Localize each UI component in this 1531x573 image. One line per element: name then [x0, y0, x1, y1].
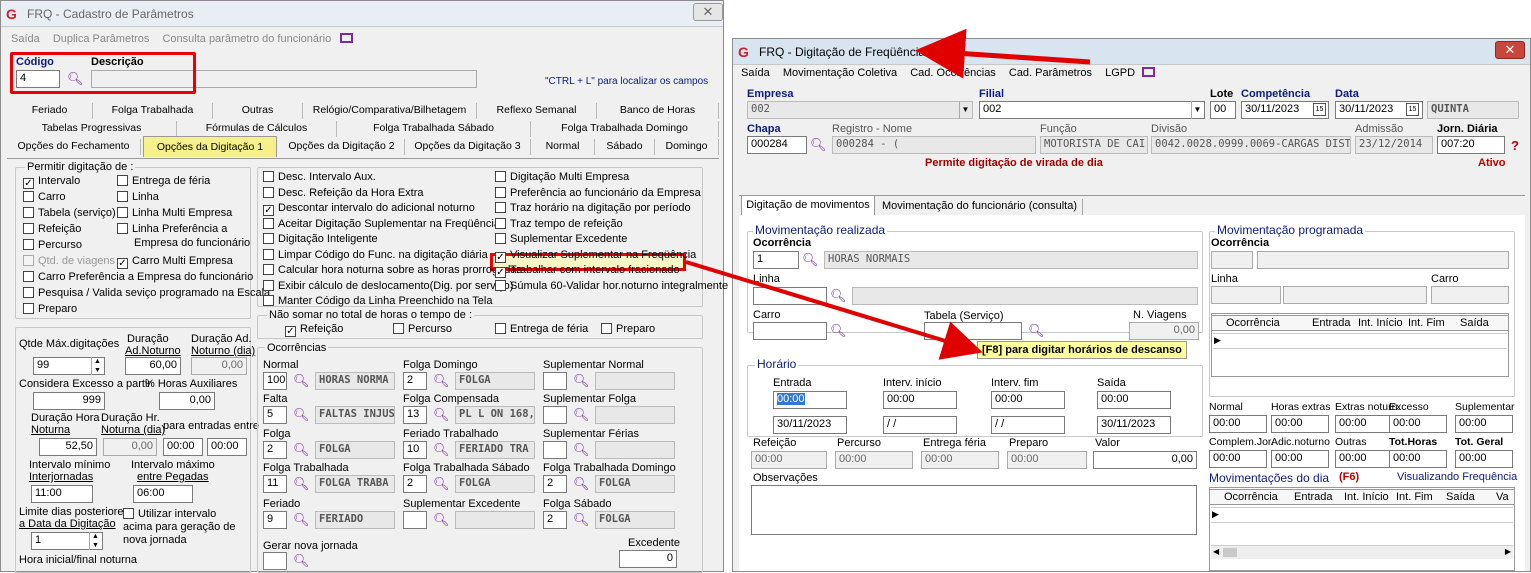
arrow-to-title — [915, 28, 1091, 79]
annotation-arrows — [685, 28, 1091, 360]
arrow-to-f8-hint — [685, 260, 983, 360]
